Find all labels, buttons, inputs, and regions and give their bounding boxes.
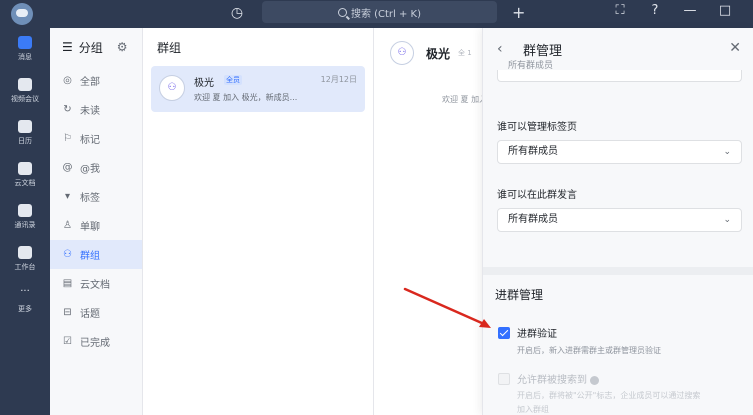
filter-column: ☰ 分组 ⚙ ◎ 全部 ↻ 未读 ⚐ 标记 @ @我 ▾ 标签 ♙ 单聊 ⚇ 群组 ▤ 云文档 ⊟ 话题 ☑ 已完成: [50, 28, 143, 415]
filter-item-icon: ⚐: [63, 133, 72, 144]
nav-messages[interactable]: 消息: [0, 28, 50, 70]
nav-meetings[interactable]: 视频会议: [0, 70, 50, 112]
search-bar[interactable]: 搜索 (Ctrl + K): [262, 1, 497, 23]
filter-item-label: @我: [80, 164, 100, 175]
filter-item[interactable]: ⊟ 话题: [50, 298, 142, 327]
filter-item-label: 单聊: [80, 222, 100, 233]
chat-header-avatar[interactable]: ⚇: [390, 41, 414, 65]
filter-item[interactable]: @ @我: [50, 153, 142, 182]
filter-item-label: 群组: [80, 251, 100, 262]
chat-list-item[interactable]: ⚇ 极光 全员 12月12日 欢迎 夏 加入 极光，新成员...: [151, 66, 365, 112]
filter-item[interactable]: ♙ 单聊: [50, 211, 142, 240]
nav-contacts[interactable]: 通讯录: [0, 196, 50, 238]
group-management-panel: ‹ 群管理 ✕ 所有群成员 谁可以管理标签页 所有群成员 ⌄ 谁可以在此群发言 …: [482, 28, 753, 415]
maximize-icon[interactable]: □: [715, 3, 735, 18]
apps-grid-icon: [18, 246, 32, 259]
speak-permission-label: 谁可以在此群发言: [497, 190, 577, 201]
nav-calendar[interactable]: 日历: [0, 112, 50, 154]
nav-docs[interactable]: 云文档: [0, 154, 50, 196]
search-placeholder: 搜索 (Ctrl + K): [350, 8, 422, 20]
more-dots-icon: ···: [20, 286, 30, 297]
filter-item[interactable]: ▤ 云文档: [50, 269, 142, 298]
chat-list-column: 群组 ⚇ 极光 全员 12月12日 欢迎 夏 加入 极光，新成员...: [143, 28, 374, 415]
speak-permission-select[interactable]: 所有群成员 ⌄: [497, 208, 742, 232]
add-icon[interactable]: +: [512, 3, 525, 22]
public-search-desc: 开启后，群将被"公开"标志，企业成员可以通过搜索: [517, 391, 701, 400]
filter-item-icon: ▤: [62, 278, 73, 289]
filter-item-label: 标签: [80, 193, 100, 204]
filter-item-label: 标记: [80, 135, 100, 146]
filter-item[interactable]: ⚐ 标记: [50, 124, 142, 153]
search-icon: [337, 7, 347, 17]
filter-item-icon: ♙: [63, 220, 72, 231]
close-icon[interactable]: ✕: [729, 40, 741, 56]
help-icon[interactable]: ?: [645, 3, 665, 18]
section-divider: [483, 267, 753, 275]
docs-icon: [18, 162, 32, 175]
video-icon: [18, 78, 32, 91]
app-logo[interactable]: [11, 3, 33, 25]
chat-header-subtitle: 全 1: [458, 49, 472, 57]
filter-item-icon: ⊟: [63, 307, 72, 318]
back-icon[interactable]: ‹: [497, 41, 513, 57]
tag-manage-select[interactable]: 所有群成员 ⌄: [497, 140, 742, 164]
filter-item[interactable]: ⚇ 群组: [50, 240, 142, 269]
group-avatar: ⚇: [159, 75, 185, 101]
tag-manage-label: 谁可以管理标签页: [497, 122, 577, 133]
chat-list-title: 群组: [157, 40, 182, 55]
filter-item[interactable]: ◎ 全部: [50, 66, 142, 95]
info-icon[interactable]: [590, 375, 599, 385]
left-nav: 消息 视频会议 日历 云文档 通讯录 工作台 ··· 更多: [0, 28, 50, 415]
filter-item-icon: ☑: [63, 336, 72, 347]
filter-item-label: 未读: [80, 106, 100, 117]
gear-icon[interactable]: ⚙: [117, 40, 128, 54]
title-bar: ◷ 搜索 (Ctrl + K) + ⛶ ? — □ ✕: [0, 0, 753, 28]
chat-preview: 欢迎 夏 加入 极光，新成员...: [194, 93, 298, 102]
filter-item[interactable]: ▾ 标签: [50, 182, 142, 211]
public-search-checkbox[interactable]: [498, 373, 510, 385]
filter-item[interactable]: ☑ 已完成: [50, 327, 142, 356]
join-verify-checkbox[interactable]: [498, 327, 510, 339]
chat-time: 12月12日: [320, 75, 357, 84]
message-icon: [18, 36, 32, 49]
screenshot-icon[interactable]: ⛶: [610, 3, 630, 18]
chat-header-title: 极光: [426, 47, 451, 61]
filter-header: ☰ 分组 ⚙: [50, 28, 142, 66]
join-verify-label: 进群验证: [517, 329, 557, 340]
filter-item-icon: ⚇: [63, 249, 72, 260]
history-icon[interactable]: ◷: [228, 4, 246, 22]
public-search-label: 允许群被搜索到: [517, 371, 599, 386]
chevron-down-icon: ⌄: [723, 147, 731, 157]
filter-item-icon: ↻: [63, 104, 72, 115]
filter-item-label: 云文档: [80, 280, 110, 291]
chevron-down-icon: ⌄: [723, 215, 731, 225]
calendar-icon: [18, 120, 32, 133]
chat-name: 极光: [194, 78, 214, 89]
filter-item-label: 已完成: [80, 338, 110, 349]
nav-more[interactable]: ··· 更多: [0, 280, 50, 322]
minimize-icon[interactable]: —: [680, 3, 700, 18]
filter-item-icon: ◎: [63, 75, 72, 86]
contacts-icon: [18, 204, 32, 217]
filter-item-icon: ▾: [64, 191, 71, 202]
chat-column: ⚇ 极光 全 1 欢迎 夏 加入 极: [374, 28, 498, 415]
filter-item-icon: @: [62, 162, 73, 173]
filter-title: 分组: [78, 40, 103, 55]
join-management-title: 进群管理: [495, 288, 544, 302]
join-verify-desc: 开启后，新入进群需群主或群管理员验证: [517, 346, 661, 355]
panel-title: 群管理: [523, 43, 563, 59]
filter-item[interactable]: ↻ 未读: [50, 95, 142, 124]
list-icon: ☰: [62, 40, 73, 54]
filter-item-label: 话题: [80, 309, 100, 320]
chat-tag: 全员: [224, 75, 242, 85]
nav-workplace[interactable]: 工作台: [0, 238, 50, 280]
top-permission-select[interactable]: 所有群成员: [497, 62, 742, 82]
filter-item-label: 全部: [80, 77, 100, 88]
public-search-desc-2: 加入群组: [517, 405, 549, 414]
